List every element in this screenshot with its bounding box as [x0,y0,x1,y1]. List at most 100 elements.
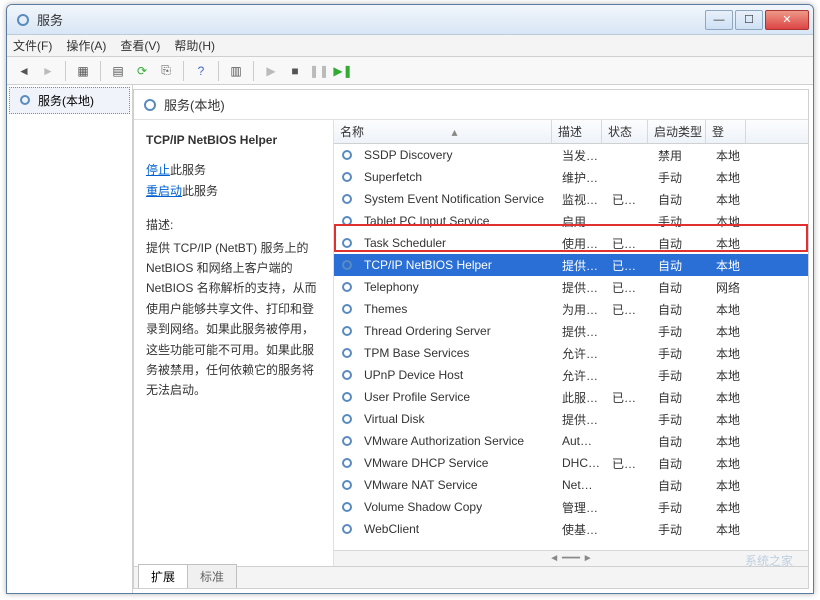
titlebar[interactable]: 服务 — ☐ ✕ [7,5,813,35]
minimize-button[interactable]: — [705,10,733,30]
cell-name: Virtual Disk [358,412,556,426]
gear-icon [340,148,354,162]
start-service-button[interactable]: ▶ [260,60,282,82]
tab-standard[interactable]: 标准 [187,564,237,588]
cell-name: SSDP Discovery [358,148,556,162]
col-desc[interactable]: 描述 [552,120,602,143]
service-row[interactable]: SSDP Discovery当发… 禁用本地 [334,144,808,166]
menu-help[interactable]: 帮助(H) [174,37,215,54]
service-row[interactable]: WebClient使基…手动本地 [334,518,808,540]
cell-logon: 本地 [710,521,750,538]
cell-startup: 自动 [652,191,710,208]
cell-name: Volume Shadow Copy [358,500,556,514]
restart-service-button[interactable]: ▶❚ [332,60,354,82]
menu-action[interactable]: 操作(A) [66,37,106,54]
cell-status: 已启动 [606,191,652,208]
cell-logon: 本地 [710,455,750,472]
service-row[interactable]: User Profile Service此服…已启动自动本地 [334,386,808,408]
pause-service-button[interactable]: ❚❚ [308,60,330,82]
gear-icon [340,258,354,272]
cell-startup: 手动 [652,323,710,340]
cell-logon: 本地 [710,213,750,230]
cell-logon: 本地 [710,147,750,164]
cell-desc: 当发… [556,147,606,164]
service-row[interactable]: Virtual Disk提供…手动本地 [334,408,808,430]
service-row[interactable]: VMware DHCP ServiceDHC…已启动自动本地 [334,452,808,474]
service-row[interactable]: TCP/IP NetBIOS Helper提供 …已启动自动本地 [334,254,808,276]
service-row[interactable]: VMware NAT ServiceNet…自动本地 [334,474,808,496]
service-list: 名称▴ 描述 状态 启动类型 登 SSDP Discovery当发…禁用本地Su… [334,120,808,566]
cell-startup: 自动 [652,279,710,296]
horizontal-scrollbar[interactable]: ◄ ━━━ ► [334,550,808,566]
tab-extended[interactable]: 扩展 [138,564,188,588]
cell-startup: 自动 [652,477,710,494]
gear-icon [340,522,354,536]
refresh-button[interactable]: ⟳ [131,60,153,82]
toolbar-icon[interactable]: ▥ [225,60,247,82]
cell-desc: 提供… [556,411,606,428]
cell-status: 已启动 [606,301,652,318]
cell-name: Telephony [358,280,556,294]
forward-button[interactable]: ► [37,60,59,82]
stop-link[interactable]: 停止 [146,163,170,177]
cell-status: 已启动 [606,279,652,296]
list-rows[interactable]: SSDP Discovery当发…禁用本地Superfetch维护…手动本地Sy… [334,144,808,550]
service-row[interactable]: VMware Authorization ServiceAut…自动本地 [334,430,808,452]
col-logon[interactable]: 登 [706,120,746,143]
cell-name: VMware Authorization Service [358,434,556,448]
cell-name: TCP/IP NetBIOS Helper [358,258,556,272]
col-status[interactable]: 状态 [602,120,648,143]
gear-icon [340,192,354,206]
cell-startup: 自动 [652,389,710,406]
menu-file[interactable]: 文件(F) [13,37,52,54]
help-button[interactable]: ? [190,60,212,82]
cell-logon: 本地 [710,345,750,362]
cell-logon: 本地 [710,191,750,208]
gear-icon [340,456,354,470]
service-row[interactable]: System Event Notification Service监视…已启动自… [334,188,808,210]
service-row[interactable]: Superfetch维护…手动本地 [334,166,808,188]
show-hide-tree-button[interactable]: ▦ [72,60,94,82]
service-row[interactable]: TPM Base Services允许…手动本地 [334,342,808,364]
service-row[interactable]: Task Scheduler使用…已启动自动本地 [334,232,808,254]
pane-title: 服务(本地) [164,95,225,114]
col-name[interactable]: 名称▴ [334,120,552,143]
service-row[interactable]: UPnP Device Host允许…手动本地 [334,364,808,386]
gear-icon [340,390,354,404]
separator [65,61,66,81]
service-row[interactable]: Tablet PC Input Service启用…手动本地 [334,210,808,232]
cell-status: 已启动 [606,257,652,274]
nav-services-local[interactable]: 服务(本地) [9,87,130,114]
gear-icon [340,500,354,514]
close-button[interactable]: ✕ [765,10,809,30]
cell-startup: 手动 [652,411,710,428]
cell-desc: 提供… [556,279,606,296]
right-pane: 服务(本地) TCP/IP NetBIOS Helper 停止此服务 重启动此服… [133,89,809,589]
cell-startup: 自动 [652,301,710,318]
cell-desc: 允许… [556,367,606,384]
cell-logon: 本地 [710,367,750,384]
service-row[interactable]: Telephony提供…已启动自动网络 [334,276,808,298]
cell-startup: 手动 [652,521,710,538]
col-startup[interactable]: 启动类型 [648,120,706,143]
cell-startup: 禁用 [652,147,710,164]
cell-status: 已启动 [606,389,652,406]
service-row[interactable]: Volume Shadow Copy管理…手动本地 [334,496,808,518]
export-button[interactable]: ⎘ [155,60,177,82]
maximize-button[interactable]: ☐ [735,10,763,30]
service-row[interactable]: Thread Ordering Server提供…手动本地 [334,320,808,342]
gear-icon [340,346,354,360]
properties-button[interactable]: ▤ [107,60,129,82]
service-row[interactable]: Themes为用…已启动自动本地 [334,298,808,320]
content-area: 服务(本地) 服务(本地) TCP/IP NetBIOS Helper 停止此服… [7,85,813,593]
cell-startup: 自动 [652,433,710,450]
cell-logon: 本地 [710,301,750,318]
back-button[interactable]: ◄ [13,60,35,82]
cell-desc: Net… [556,478,606,492]
cell-logon: 本地 [710,323,750,340]
restart-link[interactable]: 重启动 [146,184,182,198]
menu-view[interactable]: 查看(V) [120,37,160,54]
cell-name: Tablet PC Input Service [358,214,556,228]
stop-service-button[interactable]: ■ [284,60,306,82]
cell-name: TPM Base Services [358,346,556,360]
